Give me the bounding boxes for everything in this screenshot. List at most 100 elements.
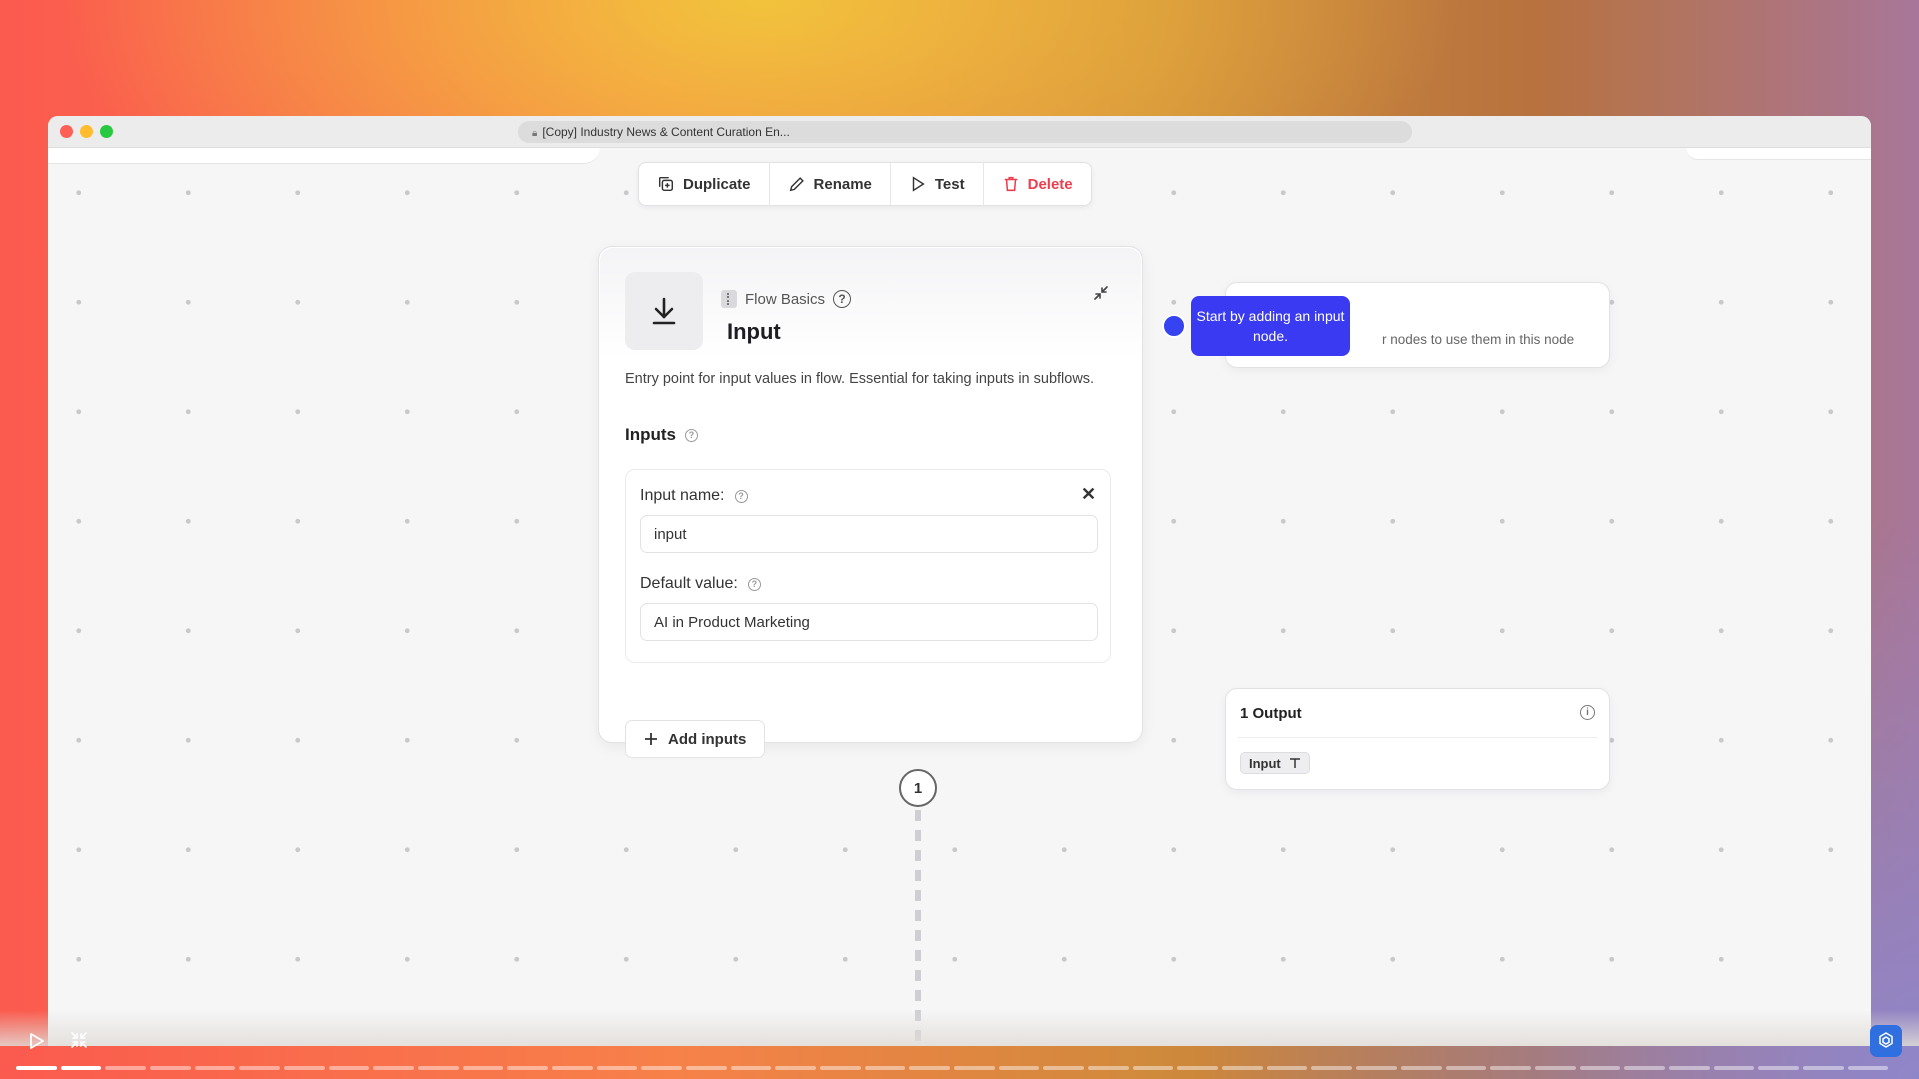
collapse-icon[interactable] — [1093, 285, 1109, 301]
progress-segment[interactable] — [954, 1066, 995, 1070]
collapse-icon[interactable] — [70, 1031, 88, 1049]
progress-segment[interactable] — [1802, 1066, 1844, 1070]
progress-segment[interactable] — [998, 1066, 1040, 1070]
close-window-button[interactable] — [60, 125, 73, 138]
progress-segment[interactable] — [820, 1066, 861, 1070]
node-toolbar: Duplicate Rename Test Delete — [638, 162, 1092, 206]
address-bar[interactable]: 🔒︎ [Copy] Industry News & Content Curatio… — [518, 121, 1412, 143]
progress-segment[interactable] — [1043, 1066, 1085, 1070]
default-value-help-icon[interactable]: ? — [747, 577, 761, 591]
maximize-window-button[interactable] — [100, 125, 113, 138]
progress-segment[interactable] — [1534, 1066, 1576, 1070]
delete-button[interactable]: Delete — [984, 163, 1091, 205]
progress-segment[interactable] — [373, 1066, 415, 1070]
progress-segment[interactable] — [552, 1066, 593, 1070]
assistant-button[interactable] — [1870, 1025, 1902, 1057]
progress-segment[interactable] — [284, 1066, 325, 1070]
inputs-label: Inputs — [625, 425, 676, 444]
node-category: Flow Basics ? — [721, 290, 852, 308]
walkthrough-hotspot[interactable] — [1162, 314, 1186, 338]
input-name-label-row: Input name: ? — [640, 487, 748, 505]
test-button[interactable]: Test — [891, 163, 984, 205]
play-icon — [912, 176, 925, 192]
progress-segment[interactable] — [1445, 1066, 1487, 1070]
inputs-section-title: Inputs ? — [625, 425, 698, 445]
output-chip[interactable]: Input — [1240, 752, 1310, 774]
download-arrow-icon — [652, 297, 676, 325]
progress-segment[interactable] — [105, 1066, 147, 1070]
input-name-help-icon[interactable]: ? — [734, 489, 748, 503]
play-icon[interactable] — [26, 1031, 46, 1051]
inputs-help-icon[interactable]: ? — [685, 428, 698, 442]
progress-segment[interactable] — [239, 1066, 281, 1070]
progress-segment[interactable] — [328, 1066, 370, 1070]
node-title: Input — [727, 319, 781, 344]
remove-input-icon[interactable]: ✕ — [1081, 484, 1096, 505]
progress-segment[interactable] — [1847, 1066, 1889, 1070]
add-inputs-button[interactable]: Add inputs — [625, 720, 766, 758]
progress-segment[interactable] — [16, 1066, 57, 1070]
walkthrough-tooltip: Start by adding an input node. — [1191, 296, 1350, 356]
default-value-label-row: Default value: ? — [640, 575, 761, 593]
output-divider — [1238, 737, 1597, 738]
lock-icon: 🔒︎ — [532, 128, 538, 139]
progress-segment[interactable] — [1490, 1066, 1531, 1070]
output-chip-label: Input — [1249, 755, 1281, 771]
panel-hint-text: r nodes to use them in this node — [1382, 332, 1575, 347]
progress-segment[interactable] — [1624, 1066, 1665, 1070]
progress-segment[interactable] — [1266, 1066, 1308, 1070]
duplicate-button[interactable]: Duplicate — [639, 163, 770, 205]
top-left-panel-edge — [48, 148, 600, 164]
top-right-panel-edge — [1686, 148, 1871, 160]
progress-segment[interactable] — [60, 1066, 102, 1070]
output-title: 1 Output — [1240, 705, 1302, 722]
progress-segment[interactable] — [909, 1066, 951, 1070]
address-title: [Copy] Industry News & Content Curation … — [542, 125, 790, 139]
add-inputs-label: Add inputs — [668, 730, 747, 748]
progress-segment[interactable] — [1400, 1066, 1442, 1070]
progress-segment[interactable] — [194, 1066, 236, 1070]
delete-label: Delete — [1027, 175, 1073, 193]
progress-segment[interactable] — [1579, 1066, 1621, 1070]
progress-segment[interactable] — [596, 1066, 638, 1070]
progress-segment[interactable] — [1668, 1066, 1710, 1070]
input-name-field[interactable] — [640, 515, 1098, 553]
progress-segment[interactable] — [1311, 1066, 1353, 1070]
node-description: Entry point for input values in flow. Es… — [625, 371, 1095, 387]
output-handle-count[interactable]: 1 — [899, 769, 937, 807]
progress-segment[interactable] — [507, 1066, 549, 1070]
progress-segment[interactable] — [1177, 1066, 1219, 1070]
progress-segment[interactable] — [641, 1066, 683, 1070]
input-entry: Input name: ? ✕ Default value: ? — [625, 469, 1111, 663]
progress-segment[interactable] — [1088, 1066, 1129, 1070]
progress-segment[interactable] — [1356, 1066, 1397, 1070]
plus-icon — [645, 733, 657, 745]
default-value-field[interactable] — [640, 603, 1098, 641]
progress-segment[interactable] — [1222, 1066, 1263, 1070]
progress-segment[interactable] — [686, 1066, 727, 1070]
rename-label: Rename — [813, 175, 872, 193]
progress-segment[interactable] — [418, 1066, 459, 1070]
help-icon[interactable]: ? — [833, 290, 852, 308]
progress-segment[interactable] — [150, 1066, 191, 1070]
test-label: Test — [934, 175, 965, 193]
input-name-label: Input name: — [640, 487, 725, 504]
info-icon[interactable]: i — [1580, 705, 1595, 720]
text-type-icon — [1289, 758, 1300, 768]
minimize-window-button[interactable] — [80, 125, 93, 138]
node-output-panel: 1 Output i Input — [1225, 688, 1610, 790]
openai-icon — [1879, 1032, 1893, 1048]
rename-button[interactable]: Rename — [770, 163, 891, 205]
pencil-icon — [789, 177, 804, 192]
progress-segment[interactable] — [775, 1066, 817, 1070]
category-icon — [721, 290, 737, 308]
progress-segment[interactable] — [864, 1066, 906, 1070]
progress-segment[interactable] — [1132, 1066, 1174, 1070]
progress-segment[interactable] — [730, 1066, 772, 1070]
progress-segment[interactable] — [1713, 1066, 1755, 1070]
progress-segment[interactable] — [462, 1066, 504, 1070]
progress-segment[interactable] — [1758, 1066, 1799, 1070]
playback-progress[interactable] — [16, 1066, 1889, 1070]
input-node-card[interactable]: Flow Basics ? Input Entry point for inpu… — [598, 246, 1143, 758]
category-label: Flow Basics — [745, 290, 826, 308]
